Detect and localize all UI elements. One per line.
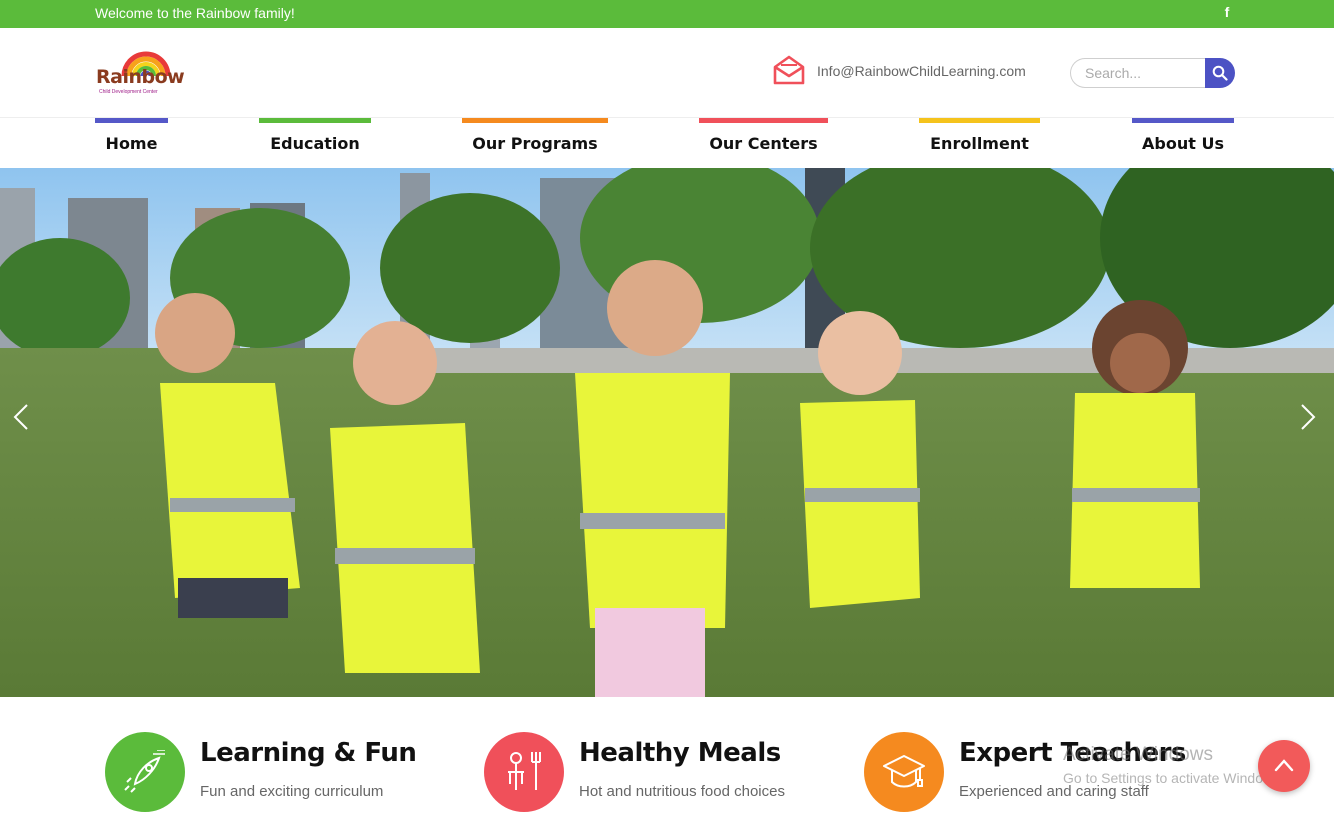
- rocket-icon: [124, 750, 165, 793]
- nav-accent-bar: [1132, 118, 1234, 123]
- nav-item-our-centers[interactable]: Our Centers: [699, 118, 828, 168]
- feature-description: Fun and exciting curriculum: [200, 783, 384, 800]
- nav-accent-bar: [699, 118, 828, 123]
- feature-description: Hot and nutritious food choices: [579, 783, 785, 800]
- search-icon: [1212, 65, 1228, 81]
- watermark-title: Activate Windows: [1063, 744, 1213, 765]
- email-address[interactable]: Info@RainbowChildLearning.com: [817, 63, 1026, 79]
- site-header: Rainbow Child Development Center Info@Ra…: [0, 28, 1334, 118]
- chevron-up-icon: [1274, 759, 1294, 772]
- feature-title: Learning & Fun: [200, 738, 417, 768]
- nav-accent-bar: [919, 118, 1040, 123]
- nav-item-home[interactable]: Home: [95, 118, 168, 168]
- nav-item-our-programs[interactable]: Our Programs: [462, 118, 608, 168]
- nav-accent-bar: [462, 118, 608, 123]
- chevron-right-icon[interactable]: [1296, 401, 1320, 433]
- nav-accent-bar: [259, 118, 371, 123]
- logo-wordmark: Rainbow: [96, 66, 185, 88]
- top-bar: Welcome to the Rainbow family! f: [0, 0, 1334, 28]
- nav-accent-bar: [95, 118, 168, 123]
- logo-tagline: Child Development Center: [99, 89, 158, 95]
- nav-item-enrollment[interactable]: Enrollment: [919, 118, 1040, 168]
- nav-item-about-us[interactable]: About Us: [1132, 118, 1234, 168]
- dining-icon: [508, 752, 541, 790]
- feature-title: Healthy Meals: [579, 738, 781, 768]
- search-box: [1070, 58, 1235, 88]
- nav-label: Home: [105, 134, 158, 153]
- hero-slider: [0, 168, 1334, 697]
- feature-icon-circle: [864, 732, 944, 812]
- nav-item-education[interactable]: Education: [259, 118, 371, 168]
- site-logo[interactable]: Rainbow Child Development Center: [96, 48, 188, 98]
- graduation-cap-icon: [883, 755, 925, 788]
- nav-label: Enrollment: [930, 134, 1029, 153]
- nav-label: Our Programs: [472, 134, 598, 153]
- watermark-subtitle: Go to Settings to activate Windows.: [1063, 770, 1284, 786]
- welcome-text: Welcome to the Rainbow family!: [95, 5, 295, 21]
- search-button[interactable]: [1205, 58, 1235, 88]
- search-input[interactable]: [1070, 58, 1210, 88]
- chevron-left-icon[interactable]: [9, 401, 33, 433]
- main-nav: Home Education Our Programs Our Centers …: [0, 118, 1334, 168]
- facebook-icon[interactable]: f: [1221, 4, 1233, 20]
- feature-icon-circle: [105, 732, 185, 812]
- hero-image: [0, 168, 1334, 697]
- envelope-icon: [773, 55, 805, 85]
- nav-label: Education: [270, 134, 360, 153]
- feature-icon-circle: [484, 732, 564, 812]
- activate-windows-watermark: Activate Windows Go to Settings to activ…: [1063, 744, 1284, 786]
- scroll-to-top-button[interactable]: [1258, 740, 1310, 792]
- nav-label: About Us: [1142, 134, 1224, 153]
- nav-label: Our Centers: [709, 134, 818, 153]
